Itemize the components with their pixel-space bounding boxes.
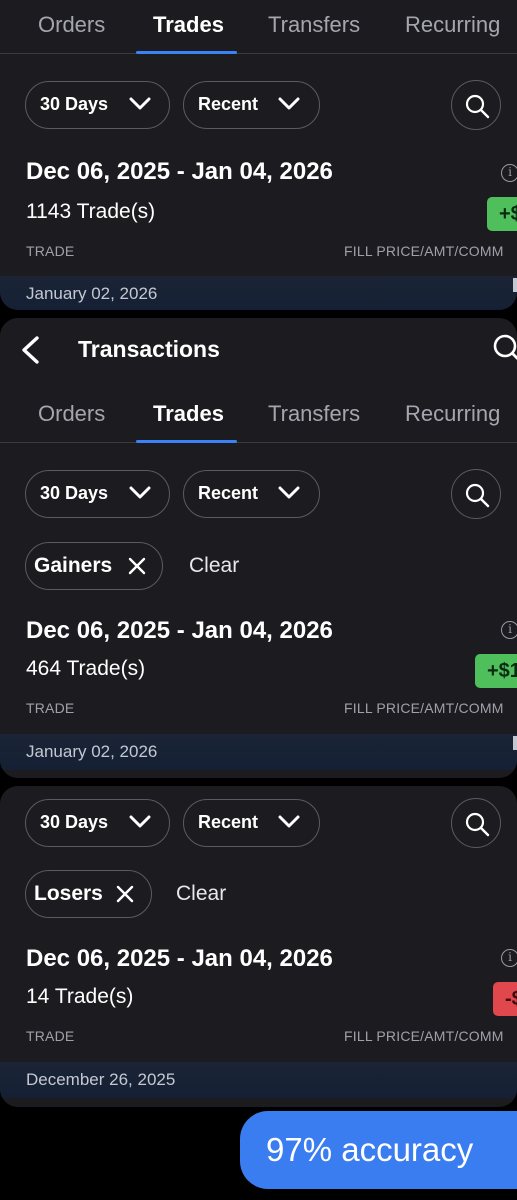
period-dropdown-label: 30 Days (40, 483, 109, 503)
search-button[interactable] (451, 80, 501, 130)
group-date-header: January 02, 2026 (0, 276, 517, 310)
tab-trades[interactable]: Trades (153, 0, 224, 54)
group-date: January 02, 2026 (26, 742, 158, 761)
sort-dropdown-label: Recent (198, 812, 259, 832)
trades-panel-all: Orders Trades Transfers Recurring 30 Day… (0, 0, 517, 310)
chevron-down-icon (278, 486, 300, 499)
back-arrow-icon[interactable] (18, 335, 42, 365)
date-range: Dec 06, 2025 - Jan 04, 2026 (26, 158, 333, 185)
chevron-down-icon (278, 815, 300, 828)
filter-chip-label: Losers (34, 882, 103, 905)
info-icon[interactable]: i (501, 949, 517, 967)
search-icon[interactable] (492, 333, 517, 363)
search-button[interactable] (451, 469, 501, 519)
active-tab-indicator (136, 440, 237, 443)
info-icon[interactable]: i (501, 164, 517, 182)
group-date-header: December 26, 2025 (0, 1062, 517, 1098)
filter-chip-label: Gainers (34, 554, 113, 577)
period-dropdown-label: 30 Days (40, 812, 109, 832)
tab-orders[interactable]: Orders (38, 389, 105, 443)
accuracy-label: 97% accuracy (266, 1131, 474, 1168)
pnl-badge: +$ (487, 197, 517, 231)
chevron-down-icon (278, 97, 300, 110)
period-dropdown[interactable]: 30 Days (25, 799, 170, 847)
chevron-down-icon (129, 97, 151, 110)
group-date: December 26, 2025 (26, 1070, 176, 1089)
search-icon (465, 483, 490, 508)
trade-count: 464 Trade(s) (26, 657, 146, 680)
accuracy-badge: 97% accuracy (240, 1111, 517, 1189)
filter-chip-losers: Losers (25, 870, 152, 918)
info-icon[interactable]: i (501, 621, 517, 639)
tab-recurring[interactable]: Recurring (405, 0, 500, 54)
tab-trades[interactable]: Trades (153, 389, 224, 443)
column-label-fill: FILL PRICE/AMT/COMM (344, 700, 504, 716)
active-tab-indicator (136, 51, 237, 54)
sort-dropdown[interactable]: Recent (183, 81, 320, 129)
page-title: Transactions (78, 336, 220, 362)
period-dropdown[interactable]: 30 Days (25, 470, 170, 518)
row-edge-marker (513, 278, 517, 292)
group-date-header: January 02, 2026 (0, 734, 517, 770)
sort-dropdown[interactable]: Recent (183, 470, 320, 518)
column-label-trade: TRADE (26, 700, 75, 716)
search-button[interactable] (451, 798, 501, 848)
trade-count: 1143 Trade(s) (26, 200, 156, 223)
tab-transfers[interactable]: Transfers (268, 389, 360, 443)
close-icon[interactable] (127, 556, 147, 576)
tab-transfers[interactable]: Transfers (268, 0, 360, 54)
clear-filters-link[interactable]: Clear (189, 554, 239, 578)
row-edge-marker (513, 736, 517, 750)
tab-orders[interactable]: Orders (38, 0, 105, 54)
column-label-fill: FILL PRICE/AMT/COMM (344, 243, 504, 259)
sort-dropdown[interactable]: Recent (183, 799, 320, 847)
search-icon (465, 812, 490, 837)
trades-panel-gainers: Transactions Orders Trades Transfers Rec… (0, 318, 517, 778)
tab-bar: Orders Trades Transfers Recurring (0, 389, 517, 443)
chevron-down-icon (129, 815, 151, 828)
sort-dropdown-label: Recent (198, 94, 259, 114)
column-label-fill: FILL PRICE/AMT/COMM (344, 1028, 504, 1044)
filter-chip-gainers: Gainers (25, 542, 163, 590)
date-range: Dec 06, 2025 - Jan 04, 2026 (26, 945, 333, 972)
sort-dropdown-label: Recent (198, 483, 259, 503)
trades-panel-losers: 30 Days Recent Losers Clear Dec 06, 2025… (0, 786, 517, 1107)
chevron-down-icon (129, 486, 151, 499)
period-dropdown[interactable]: 30 Days (25, 81, 170, 129)
tab-recurring[interactable]: Recurring (405, 389, 500, 443)
period-dropdown-label: 30 Days (40, 94, 109, 114)
pnl-badge: +$1 (475, 654, 517, 688)
close-icon[interactable] (115, 884, 135, 904)
tab-bar: Orders Trades Transfers Recurring (0, 0, 517, 54)
column-label-trade: TRADE (26, 1028, 75, 1044)
group-date: January 02, 2026 (26, 284, 158, 303)
search-icon (465, 94, 490, 119)
clear-filters-link[interactable]: Clear (176, 882, 226, 906)
pnl-badge: -$ (493, 982, 517, 1016)
trade-count: 14 Trade(s) (26, 985, 134, 1008)
column-label-trade: TRADE (26, 243, 75, 259)
date-range: Dec 06, 2025 - Jan 04, 2026 (26, 617, 333, 644)
